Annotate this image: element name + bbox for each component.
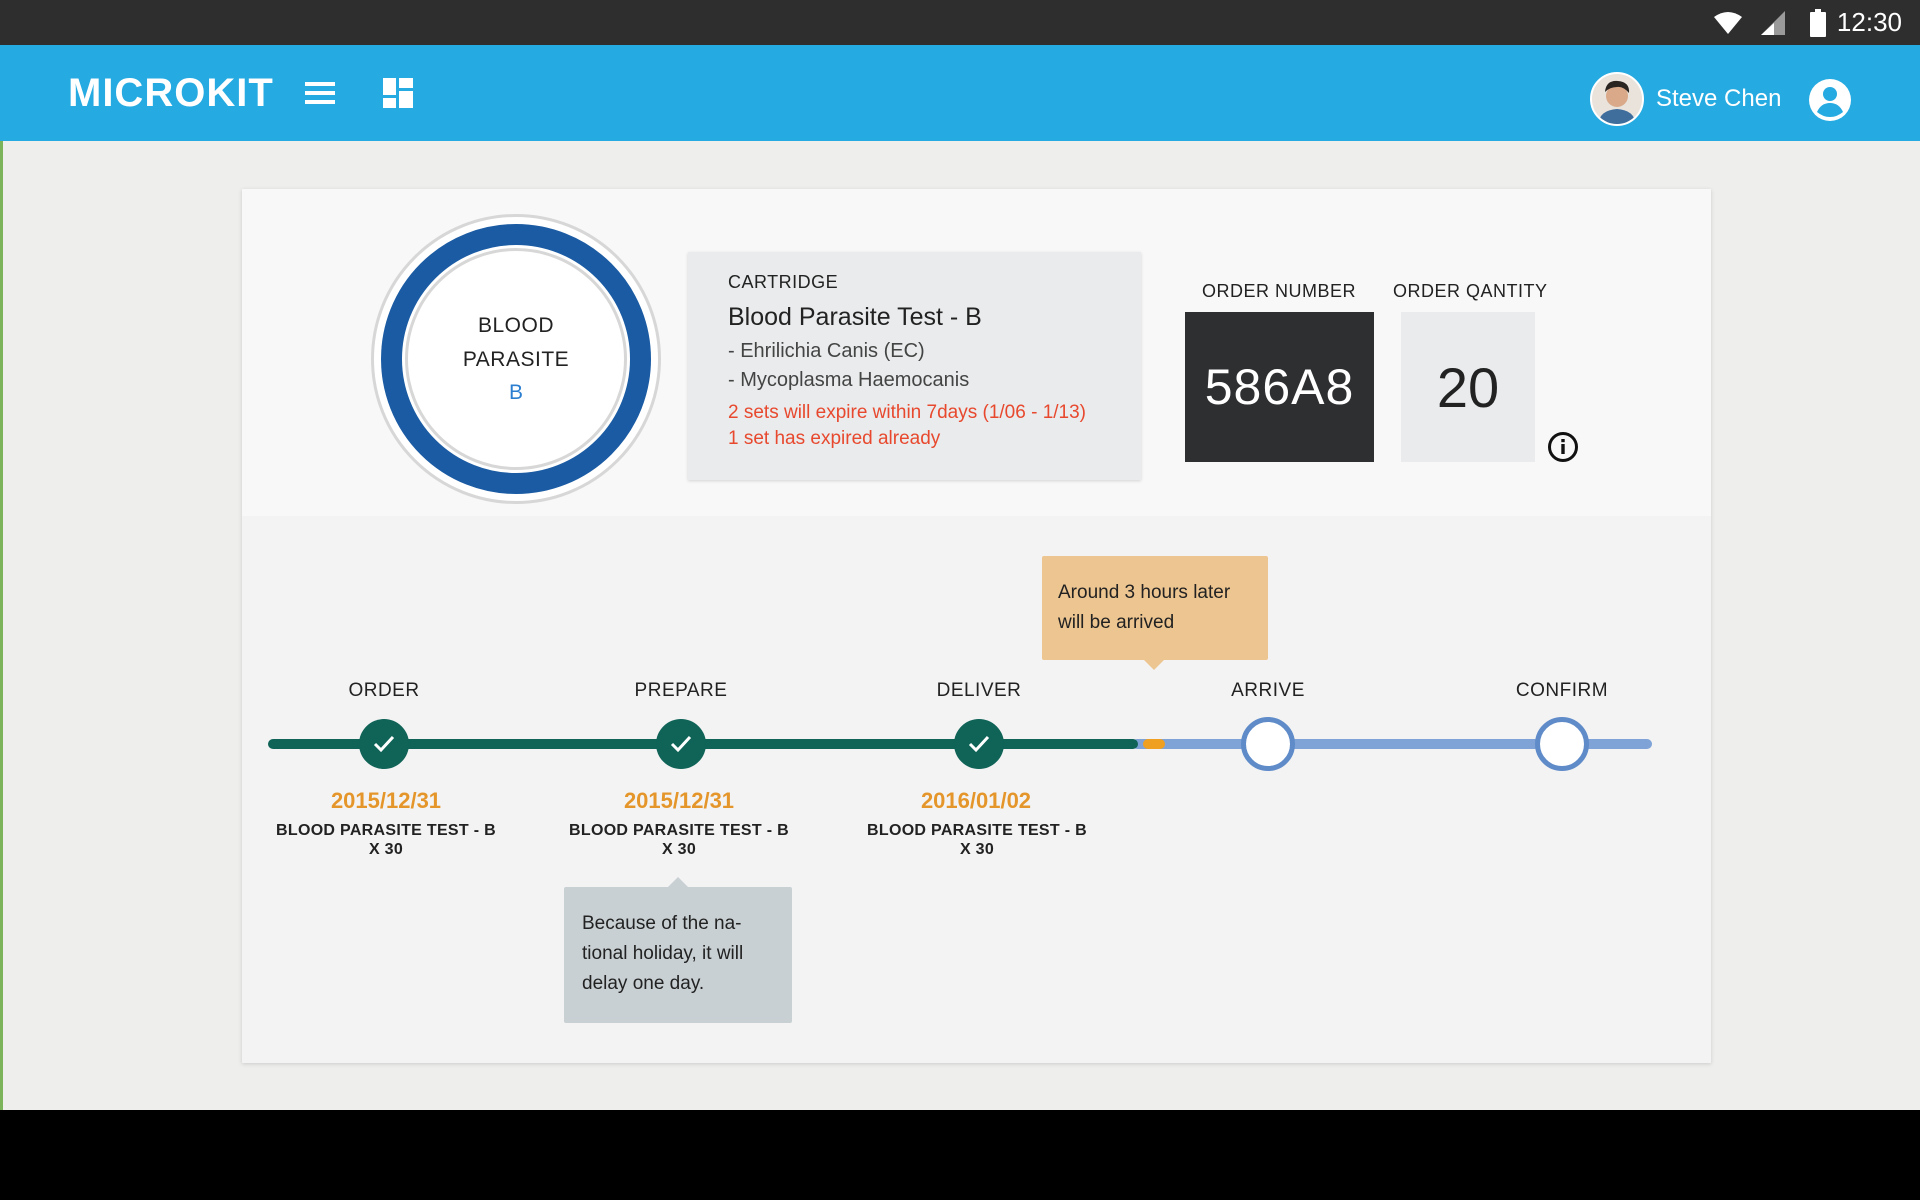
order-number-label: ORDER NUMBER: [1202, 281, 1357, 301]
step-desc-order: BLOOD PARASITE TEST - B X 30: [276, 822, 496, 858]
cartridge-label: CARTRIDGE: [728, 272, 839, 292]
expiry-warning: 2 sets will expire within 7days (1/06 - …: [728, 402, 1086, 423]
step-node-prepare[interactable]: [656, 719, 706, 769]
order-number: 586A8: [1185, 312, 1374, 462]
cartridge-panel: CARTRIDGE Blood Parasite Test - B - Ehri…: [688, 252, 1141, 480]
status-time: 12:30: [1836, 7, 1902, 37]
account-circle-icon: [1809, 79, 1851, 121]
order-card: BLOOD PARASITE B CARTRIDGE Blood Parasit…: [242, 189, 1711, 1063]
order-quantity-label: ORDER QANTITY: [1393, 281, 1548, 301]
step-label-arrive: ARRIVE: [1231, 680, 1305, 701]
step-desc-prepare: BLOOD PARASITE TEST - B X 30: [569, 822, 789, 858]
info-icon: [1548, 432, 1578, 462]
cartridge-title: Blood Parasite Test - B: [728, 303, 982, 331]
step-desc-deliver: BLOOD PARASITE TEST - B X 30: [867, 822, 1087, 858]
battery-icon: [1810, 0, 1826, 45]
order-quantity: 20: [1401, 312, 1535, 462]
avatar: [1590, 72, 1644, 126]
dashboard-button[interactable]: [378, 73, 418, 113]
step-date-prepare: 2015/12/31: [623, 788, 735, 813]
menu-button[interactable]: [300, 73, 340, 113]
app-brand: MICROKIT: [68, 71, 274, 115]
check-icon: [373, 735, 395, 753]
step-node-deliver[interactable]: [954, 719, 1004, 769]
timeline-current-marker: [1143, 739, 1165, 749]
app-bar: MICROKIT Steve Chen: [0, 45, 1920, 141]
step-date-order: 2015/12/31: [330, 788, 442, 813]
step-node-order[interactable]: [359, 719, 409, 769]
expired-warning: 1 set has expired already: [728, 428, 941, 449]
step-label-confirm: CONFIRM: [1515, 680, 1609, 701]
delay-note-tooltip: Because of the na-tional holiday, it wil…: [564, 877, 792, 1023]
product-variant: B: [508, 381, 523, 404]
product-name-line2: PARASITE: [462, 348, 570, 371]
step-label-deliver: DELIVER: [936, 680, 1022, 701]
menu-icon: [305, 82, 335, 104]
step-label-prepare: PREPARE: [634, 680, 728, 701]
status-bar: 12:30: [0, 0, 1920, 45]
cartridge-item: - Mycoplasma Haemocanis: [728, 369, 970, 391]
info-button[interactable]: [1547, 431, 1579, 463]
dashboard-icon: [383, 78, 413, 108]
user-name: Steve Chen: [1656, 85, 1782, 112]
user-profile[interactable]: Steve Chen: [1590, 72, 1781, 126]
step-node-confirm[interactable]: [1535, 717, 1589, 771]
step-node-arrive[interactable]: [1241, 717, 1295, 771]
cellular-signal-icon: [1760, 0, 1786, 45]
product-name-line1: BLOOD: [477, 314, 555, 337]
cartridge-item: - Ehrilichia Canis (EC): [728, 340, 925, 362]
order-summary: BLOOD PARASITE B CARTRIDGE Blood Parasit…: [242, 189, 1711, 516]
eta-tooltip: Around 3 hours later will be arrived: [1042, 556, 1268, 670]
product-ring: BLOOD PARASITE B: [371, 214, 661, 504]
account-button[interactable]: [1808, 78, 1852, 122]
step-date-deliver: 2016/01/02: [920, 788, 1032, 813]
wifi-icon: [1713, 0, 1743, 45]
step-label-order: ORDER: [348, 680, 420, 701]
check-icon: [968, 735, 990, 753]
check-icon: [670, 735, 692, 753]
